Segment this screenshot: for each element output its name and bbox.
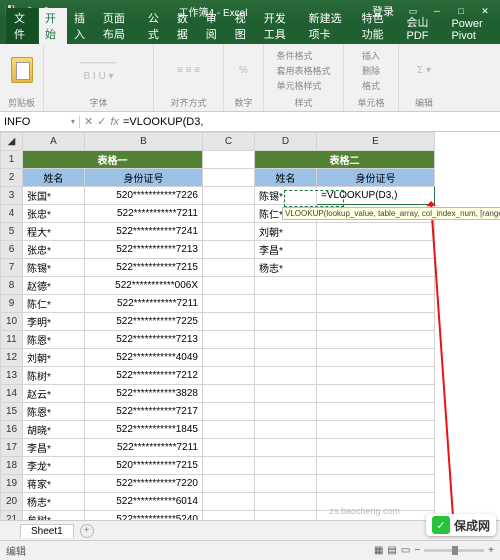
table1-id-header[interactable]: 身份证号 [85, 169, 203, 187]
select-all-corner[interactable]: ◢ [1, 133, 23, 151]
ribbon: 剪贴板 ─────B I U ▾ 字体 ≡ ≡ ≡ 对齐方式 % 数字 条件格式… [0, 44, 500, 112]
tab-pdf[interactable]: 会山PDF [401, 12, 445, 44]
row-header[interactable]: 5 [1, 223, 23, 241]
tab-home[interactable]: 开始 [39, 8, 67, 44]
row-header[interactable]: 1 [1, 151, 23, 169]
formula-input[interactable]: =VLOOKUP(D3, [123, 116, 203, 128]
table2-name-header[interactable]: 姓名 [255, 169, 317, 187]
group-clipboard: 剪贴板 [8, 96, 35, 109]
row-header[interactable]: 18 [1, 457, 23, 475]
tab-features[interactable]: 特色功能 [356, 8, 400, 44]
tab-view[interactable]: 视图 [229, 8, 257, 44]
row-header[interactable]: 12 [1, 349, 23, 367]
enter-icon[interactable]: ✓ [97, 115, 106, 128]
row-header[interactable]: 7 [1, 259, 23, 277]
table2-id-header[interactable]: 身份证号 [317, 169, 435, 187]
tab-dev[interactable]: 开发工具 [258, 8, 302, 44]
zoom-out-button[interactable]: − [414, 545, 420, 556]
group-font: 字体 [89, 96, 107, 109]
row-header[interactable]: 4 [1, 205, 23, 223]
row-header[interactable]: 13 [1, 367, 23, 385]
active-cell[interactable]: =VLOOKUP(D3,) [317, 187, 435, 205]
view-layout-icon[interactable]: ▤ [387, 545, 396, 556]
tab-data[interactable]: 数据 [171, 8, 199, 44]
tab-powerpivot[interactable]: Power Pivot [445, 16, 500, 44]
row-header[interactable]: 10 [1, 313, 23, 331]
worksheet-grid[interactable]: ◢ A B C D E 1 表格一 表格二 2 姓名 身份证号 姓名 身份证号 … [0, 132, 500, 520]
formula-bar-row: INFO ▾ ✕ ✓ fx =VLOOKUP(D3, [0, 112, 500, 132]
paste-icon[interactable] [11, 57, 33, 83]
row-header[interactable]: 20 [1, 493, 23, 511]
group-cells: 单元格 [357, 96, 384, 109]
sheet-tab[interactable]: Sheet1 [20, 524, 74, 538]
tab-layout[interactable]: 页面布局 [97, 8, 141, 44]
site-badge: ✓ 保成网 [426, 514, 496, 536]
tab-file[interactable]: 文件 [6, 8, 38, 44]
row-header[interactable]: 9 [1, 295, 23, 313]
row-header[interactable]: 16 [1, 421, 23, 439]
add-sheet-button[interactable]: + [80, 524, 94, 538]
col-header[interactable]: E [317, 133, 435, 151]
status-mode: 编辑 [6, 543, 26, 558]
cells-insert-button[interactable]: 插入 [362, 49, 380, 62]
chevron-down-icon[interactable]: ▾ [71, 117, 75, 126]
name-box[interactable]: INFO ▾ [0, 116, 80, 128]
cancel-icon[interactable]: ✕ [84, 115, 93, 128]
group-alignment: 对齐方式 [170, 96, 206, 109]
cells-delete-button[interactable]: 删除 [362, 64, 380, 77]
ribbon-tabs: 文件 开始 插入 页面布局 公式 数据 审阅 视图 开发工具 新建选项卡 特色功… [0, 22, 500, 44]
function-tooltip: VLOOKUP(lookup_value, table_array, col_i… [282, 207, 500, 220]
col-header[interactable]: D [255, 133, 317, 151]
zoom-slider[interactable] [424, 549, 484, 552]
row-header[interactable]: 8 [1, 277, 23, 295]
row-header[interactable]: 17 [1, 439, 23, 457]
tab-custom[interactable]: 新建选项卡 [303, 8, 355, 44]
table1-title[interactable]: 表格一 [23, 151, 203, 169]
shield-icon: ✓ [432, 516, 450, 534]
table1-name-header[interactable]: 姓名 [23, 169, 85, 187]
row-header[interactable]: 15 [1, 403, 23, 421]
group-number: 数字 [234, 96, 252, 109]
group-styles: 样式 [294, 96, 312, 109]
table2-title[interactable]: 表格二 [255, 151, 435, 169]
col-header[interactable]: C [203, 133, 255, 151]
group-editing: 编辑 [415, 96, 433, 109]
tab-insert[interactable]: 插入 [68, 8, 96, 44]
fx-icon[interactable]: fx [110, 116, 119, 128]
cells-format-button[interactable]: 格式 [362, 79, 380, 92]
cell-styles-button[interactable]: 单元格样式 [276, 79, 321, 92]
view-normal-icon[interactable]: ▦ [374, 545, 383, 556]
tab-formulas[interactable]: 公式 [142, 8, 170, 44]
row-header[interactable]: 11 [1, 331, 23, 349]
row-header[interactable]: 2 [1, 169, 23, 187]
tab-review[interactable]: 审阅 [200, 8, 228, 44]
zoom-in-button[interactable]: + [488, 545, 494, 556]
status-bar: 编辑 ▦ ▤ ▭ − + [0, 540, 500, 560]
view-break-icon[interactable]: ▭ [401, 545, 410, 556]
row-header[interactable]: 14 [1, 385, 23, 403]
cond-fmt-button[interactable]: 条件格式 [276, 49, 312, 62]
row-header[interactable]: 19 [1, 475, 23, 493]
row-header[interactable]: 3 [1, 187, 23, 205]
table-fmt-button[interactable]: 套用表格格式 [276, 64, 330, 77]
col-header[interactable]: A [23, 133, 85, 151]
col-header[interactable]: B [85, 133, 203, 151]
row-header[interactable]: 21 [1, 511, 23, 521]
watermark-text: zs.baocheng.com [329, 506, 400, 516]
row-header[interactable]: 6 [1, 241, 23, 259]
